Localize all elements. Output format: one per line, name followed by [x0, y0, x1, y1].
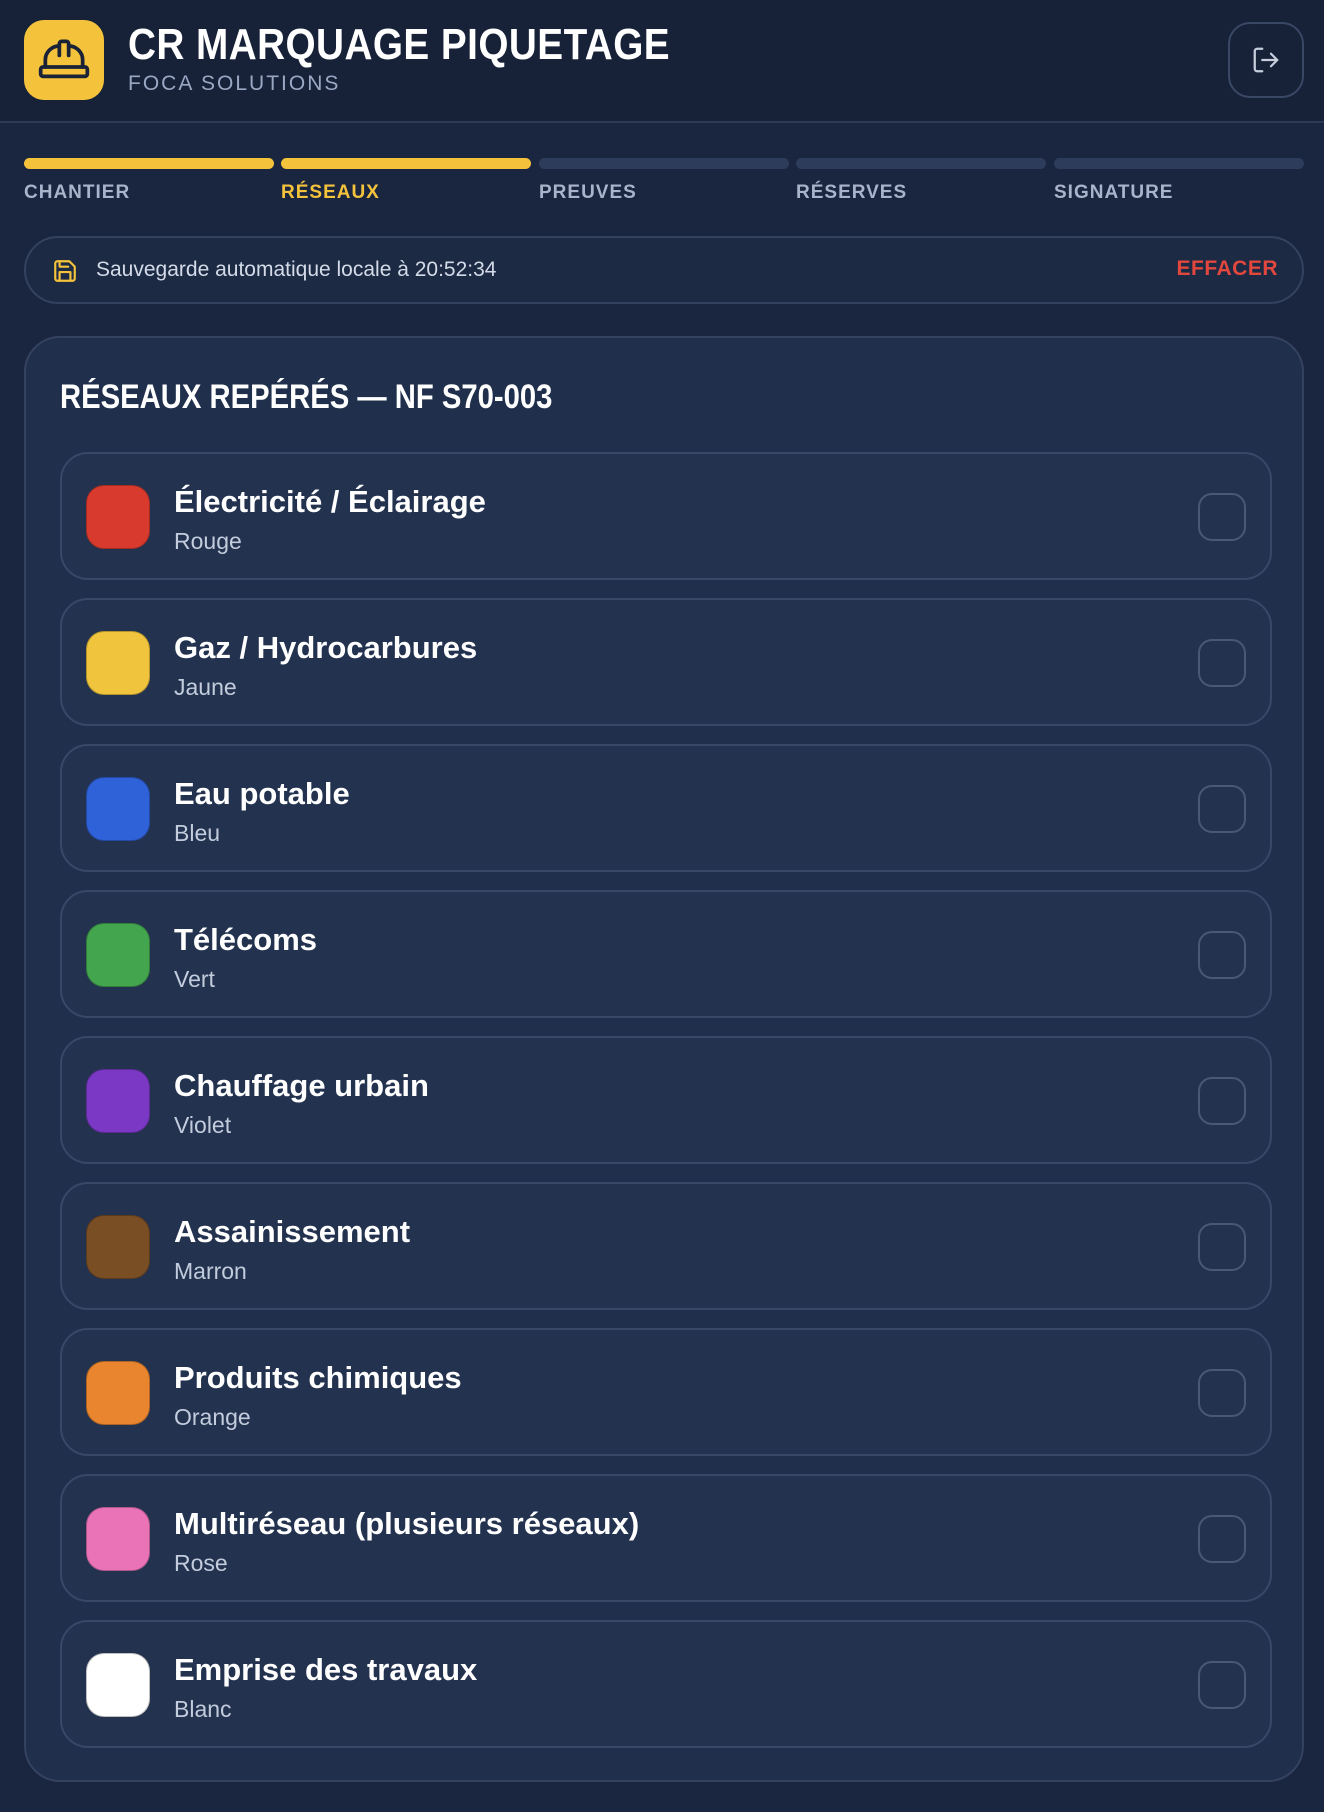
step-signature[interactable]: SIGNATURE — [1054, 158, 1304, 204]
autosave-banner: Sauvegarde automatique locale à 20:52:34… — [24, 236, 1304, 304]
color-swatch — [86, 1507, 150, 1571]
step-reseaux[interactable]: RÉSEAUX — [281, 158, 531, 204]
clear-button[interactable]: EFFACER — [1176, 257, 1278, 281]
app-header: CR MARQUAGE PIQUETAGE FOCA SOLUTIONS — [0, 0, 1324, 123]
step-label: RÉSERVES — [796, 182, 908, 203]
step-reserves[interactable]: RÉSERVES — [796, 158, 1046, 204]
network-item-multireseau[interactable]: Multiréseau (plusieurs réseaux) Rose — [60, 1474, 1272, 1602]
step-label: CHANTIER — [24, 182, 131, 203]
network-color-label: Violet — [174, 1112, 232, 1138]
color-swatch — [86, 1653, 150, 1717]
network-color-label: Rose — [174, 1550, 228, 1576]
save-icon — [54, 260, 76, 282]
network-color-label: Marron — [174, 1258, 247, 1284]
autosave-status-text: Sauvegarde automatique locale à 20:52:34 — [96, 258, 497, 281]
step-label: PREUVES — [539, 182, 637, 203]
network-item-telecoms[interactable]: Télécoms Vert — [60, 890, 1272, 1018]
app-subtitle: FOCA SOLUTIONS — [128, 72, 341, 95]
step-label: RÉSEAUX — [281, 182, 380, 203]
network-name: Produits chimiques — [174, 1360, 462, 1395]
logout-icon — [1253, 47, 1279, 73]
network-item-eau-potable[interactable]: Eau potable Bleu — [60, 744, 1272, 872]
color-swatch — [86, 631, 150, 695]
network-color-label: Rouge — [174, 528, 242, 554]
step-progress-bar — [1054, 158, 1304, 169]
hard-hat-icon — [24, 20, 104, 100]
network-item-chauffage-urbain[interactable]: Chauffage urbain Violet — [60, 1036, 1272, 1164]
network-name: Assainissement — [174, 1214, 411, 1249]
network-color-label: Vert — [174, 966, 215, 992]
network-color-label: Jaune — [174, 674, 237, 700]
progress-stepper: CHANTIER RÉSEAUX PREUVES RÉSERVES SIGNAT… — [24, 158, 1304, 208]
network-checkbox[interactable] — [1198, 1223, 1246, 1271]
network-name: Multiréseau (plusieurs réseaux) — [174, 1506, 640, 1541]
network-item-produits-chimiques[interactable]: Produits chimiques Orange — [60, 1328, 1272, 1456]
network-name: Électricité / Éclairage — [174, 484, 486, 519]
network-item-assainissement[interactable]: Assainissement Marron — [60, 1182, 1272, 1310]
network-name: Chauffage urbain — [174, 1068, 429, 1103]
network-item-gaz[interactable]: Gaz / Hydrocarbures Jaune — [60, 598, 1272, 726]
network-checkbox[interactable] — [1198, 1077, 1246, 1125]
step-progress-bar — [24, 158, 274, 169]
network-name: Gaz / Hydrocarbures — [174, 630, 478, 665]
network-checkbox[interactable] — [1198, 785, 1246, 833]
network-checkbox[interactable] — [1198, 1369, 1246, 1417]
network-color-label: Bleu — [174, 820, 221, 846]
network-item-electricite[interactable]: Électricité / Éclairage Rouge — [60, 452, 1272, 580]
step-chantier[interactable]: CHANTIER — [24, 158, 274, 204]
step-label: SIGNATURE — [1054, 182, 1174, 203]
network-checkbox[interactable] — [1198, 931, 1246, 979]
network-name: Télécoms — [174, 922, 318, 957]
color-swatch — [86, 1069, 150, 1133]
step-preuves[interactable]: PREUVES — [539, 158, 789, 204]
network-color-label: Orange — [174, 1404, 251, 1430]
network-name: Eau potable — [174, 776, 350, 811]
step-progress-bar — [281, 158, 531, 169]
network-item-emprise-travaux[interactable]: Emprise des travaux Blanc — [60, 1620, 1272, 1748]
color-swatch — [86, 923, 150, 987]
networks-card: RÉSEAUX REPÉRÉS — NF S70-003 Électricité… — [24, 336, 1304, 1782]
app-title: CR MARQUAGE PIQUETAGE — [128, 20, 671, 69]
network-name: Emprise des travaux — [174, 1652, 478, 1687]
color-swatch — [86, 1215, 150, 1279]
network-checkbox[interactable] — [1198, 493, 1246, 541]
network-list: Électricité / Éclairage Rouge Gaz / Hydr… — [60, 452, 1272, 1766]
color-swatch — [86, 485, 150, 549]
color-swatch — [86, 1361, 150, 1425]
network-checkbox[interactable] — [1198, 639, 1246, 687]
networks-section-title: RÉSEAUX REPÉRÉS — NF S70-003 — [60, 378, 553, 416]
color-swatch — [86, 777, 150, 841]
network-checkbox[interactable] — [1198, 1515, 1246, 1563]
network-color-label: Blanc — [174, 1696, 232, 1722]
logout-button[interactable] — [1228, 22, 1304, 98]
step-progress-bar — [539, 158, 789, 169]
step-progress-bar — [796, 158, 1046, 169]
network-checkbox[interactable] — [1198, 1661, 1246, 1709]
